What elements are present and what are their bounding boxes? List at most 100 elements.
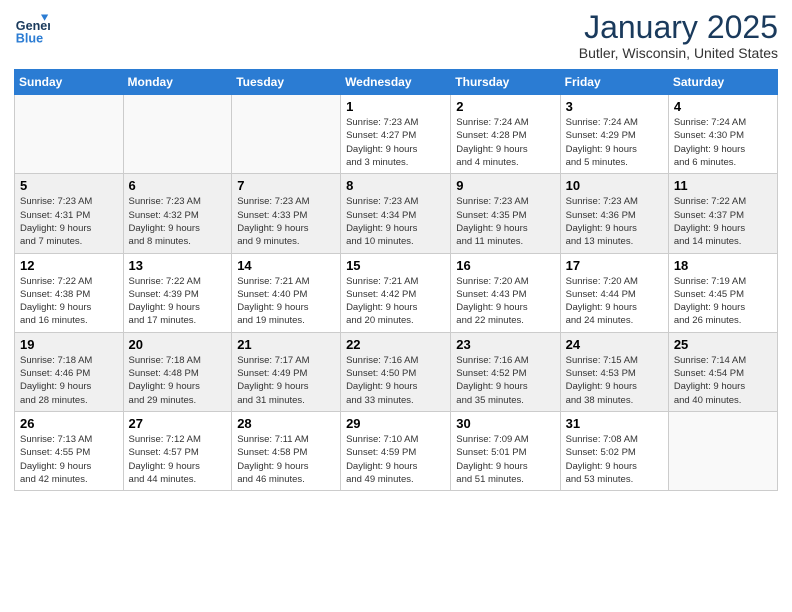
table-row: 15 Sunrise: 7:21 AM Sunset: 4:42 PM Dayli… [341,253,451,332]
day-number: 27 [129,416,227,431]
day-info: Sunrise: 7:15 AM Sunset: 4:53 PM Dayligh… [566,354,663,407]
day-info: Sunrise: 7:16 AM Sunset: 4:52 PM Dayligh… [456,354,554,407]
day-number: 12 [20,258,118,273]
header-row: Sunday Monday Tuesday Wednesday Thursday… [15,70,778,95]
day-number: 6 [129,178,227,193]
day-info: Sunrise: 7:21 AM Sunset: 4:42 PM Dayligh… [346,275,445,328]
table-row: 30Sunrise: 7:09 AM Sunset: 5:01 PM Dayli… [451,411,560,490]
day-number: 10 [566,178,663,193]
day-info: Sunrise: 7:21 AM Sunset: 4:40 PM Dayligh… [237,275,335,328]
table-row: 3Sunrise: 7:24 AM Sunset: 4:29 PM Daylig… [560,95,668,174]
table-row: 17Sunrise: 7:20 AM Sunset: 4:44 PM Dayli… [560,253,668,332]
day-number: 13 [129,258,227,273]
day-info: Sunrise: 7:17 AM Sunset: 4:49 PM Dayligh… [237,354,335,407]
day-number: 22 [346,337,445,352]
col-wednesday: Wednesday [341,70,451,95]
table-row: 16Sunrise: 7:20 AM Sunset: 4:43 PM Dayli… [451,253,560,332]
table-row: 28 Sunrise: 7:11 AM Sunset: 4:58 PM Dayli… [232,411,341,490]
day-info: Sunrise: 7:22 AM Sunset: 4:38 PM Dayligh… [20,275,118,328]
day-number: 29 [346,416,445,431]
day-number: 9 [456,178,554,193]
table-row: 19 Sunrise: 7:18 AM Sunset: 4:46 PM Dayli… [15,332,124,411]
table-row: 9 Sunrise: 7:23 AM Sunset: 4:35 PM Daylig… [451,174,560,253]
table-row: 31 Sunrise: 7:08 AM Sunset: 5:02 PM Dayli… [560,411,668,490]
table-row: 26 Sunrise: 7:13 AM Sunset: 4:55 PM Dayli… [15,411,124,490]
day-number: 2 [456,99,554,114]
day-info: Sunrise: 7:23 AM Sunset: 4:32 PM Dayligh… [129,195,227,248]
col-thursday: Thursday [451,70,560,95]
header: General Blue January 2025 Butler, Wiscon… [14,10,778,61]
day-number: 18 [674,258,772,273]
table-row: 2Sunrise: 7:24 AM Sunset: 4:28 PM Daylig… [451,95,560,174]
calendar-week-row: 26 Sunrise: 7:13 AM Sunset: 4:55 PM Dayli… [15,411,778,490]
day-number: 26 [20,416,118,431]
day-number: 19 [20,337,118,352]
day-number: 31 [566,416,663,431]
day-info: Sunrise: 7:14 AM Sunset: 4:54 PM Dayligh… [674,354,772,407]
day-number: 24 [566,337,663,352]
day-info: Sunrise: 7:12 AM Sunset: 4:57 PM Dayligh… [129,433,227,486]
day-number: 30 [456,416,554,431]
day-info: Sunrise: 7:24 AM Sunset: 4:29 PM Dayligh… [566,116,663,169]
table-row: 7 Sunrise: 7:23 AM Sunset: 4:33 PM Daylig… [232,174,341,253]
calendar-table: Sunday Monday Tuesday Wednesday Thursday… [14,69,778,491]
table-row: 11 Sunrise: 7:22 AM Sunset: 4:37 PM Dayli… [668,174,777,253]
day-info: Sunrise: 7:24 AM Sunset: 4:30 PM Dayligh… [674,116,772,169]
col-monday: Monday [123,70,232,95]
day-info: Sunrise: 7:18 AM Sunset: 4:48 PM Dayligh… [129,354,227,407]
table-row: 25 Sunrise: 7:14 AM Sunset: 4:54 PM Dayli… [668,332,777,411]
day-number: 25 [674,337,772,352]
table-row: 22 Sunrise: 7:16 AM Sunset: 4:50 PM Dayli… [341,332,451,411]
day-info: Sunrise: 7:11 AM Sunset: 4:58 PM Dayligh… [237,433,335,486]
day-number: 7 [237,178,335,193]
day-number: 11 [674,178,772,193]
day-info: Sunrise: 7:18 AM Sunset: 4:46 PM Dayligh… [20,354,118,407]
calendar-week-row: 1 Sunrise: 7:23 AM Sunset: 4:27 PM Daylig… [15,95,778,174]
day-info: Sunrise: 7:22 AM Sunset: 4:39 PM Dayligh… [129,275,227,328]
day-info: Sunrise: 7:23 AM Sunset: 4:34 PM Dayligh… [346,195,445,248]
table-row [232,95,341,174]
table-row: 1 Sunrise: 7:23 AM Sunset: 4:27 PM Daylig… [341,95,451,174]
table-row: 27 Sunrise: 7:12 AM Sunset: 4:57 PM Dayli… [123,411,232,490]
title-block: January 2025 Butler, Wisconsin, United S… [579,10,778,61]
svg-text:Blue: Blue [16,31,43,45]
day-info: Sunrise: 7:19 AM Sunset: 4:45 PM Dayligh… [674,275,772,328]
table-row: 6 Sunrise: 7:23 AM Sunset: 4:32 PM Daylig… [123,174,232,253]
table-row: 12 Sunrise: 7:22 AM Sunset: 4:38 PM Dayli… [15,253,124,332]
table-row: 5 Sunrise: 7:23 AM Sunset: 4:31 PM Daylig… [15,174,124,253]
day-info: Sunrise: 7:23 AM Sunset: 4:31 PM Dayligh… [20,195,118,248]
table-row: 10Sunrise: 7:23 AM Sunset: 4:36 PM Dayli… [560,174,668,253]
col-tuesday: Tuesday [232,70,341,95]
table-row: 8 Sunrise: 7:23 AM Sunset: 4:34 PM Daylig… [341,174,451,253]
day-number: 4 [674,99,772,114]
table-row: 18 Sunrise: 7:19 AM Sunset: 4:45 PM Dayli… [668,253,777,332]
calendar-week-row: 5 Sunrise: 7:23 AM Sunset: 4:31 PM Daylig… [15,174,778,253]
calendar-page: General Blue January 2025 Butler, Wiscon… [0,0,792,612]
logo: General Blue [14,10,50,46]
day-info: Sunrise: 7:20 AM Sunset: 4:43 PM Dayligh… [456,275,554,328]
day-info: Sunrise: 7:08 AM Sunset: 5:02 PM Dayligh… [566,433,663,486]
day-number: 8 [346,178,445,193]
day-number: 1 [346,99,445,114]
day-number: 21 [237,337,335,352]
location: Butler, Wisconsin, United States [579,45,778,61]
day-info: Sunrise: 7:23 AM Sunset: 4:33 PM Dayligh… [237,195,335,248]
table-row: 13 Sunrise: 7:22 AM Sunset: 4:39 PM Dayli… [123,253,232,332]
table-row: 20Sunrise: 7:18 AM Sunset: 4:48 PM Dayli… [123,332,232,411]
day-info: Sunrise: 7:16 AM Sunset: 4:50 PM Dayligh… [346,354,445,407]
day-number: 5 [20,178,118,193]
day-info: Sunrise: 7:22 AM Sunset: 4:37 PM Dayligh… [674,195,772,248]
day-number: 15 [346,258,445,273]
table-row: 29 Sunrise: 7:10 AM Sunset: 4:59 PM Dayli… [341,411,451,490]
day-info: Sunrise: 7:23 AM Sunset: 4:27 PM Dayligh… [346,116,445,169]
day-info: Sunrise: 7:10 AM Sunset: 4:59 PM Dayligh… [346,433,445,486]
day-info: Sunrise: 7:23 AM Sunset: 4:35 PM Dayligh… [456,195,554,248]
table-row: 23Sunrise: 7:16 AM Sunset: 4:52 PM Dayli… [451,332,560,411]
day-number: 28 [237,416,335,431]
day-info: Sunrise: 7:13 AM Sunset: 4:55 PM Dayligh… [20,433,118,486]
month-title: January 2025 [579,10,778,45]
table-row: 4 Sunrise: 7:24 AM Sunset: 4:30 PM Daylig… [668,95,777,174]
logo-icon: General Blue [14,10,50,46]
table-row: 21 Sunrise: 7:17 AM Sunset: 4:49 PM Dayli… [232,332,341,411]
table-row [668,411,777,490]
